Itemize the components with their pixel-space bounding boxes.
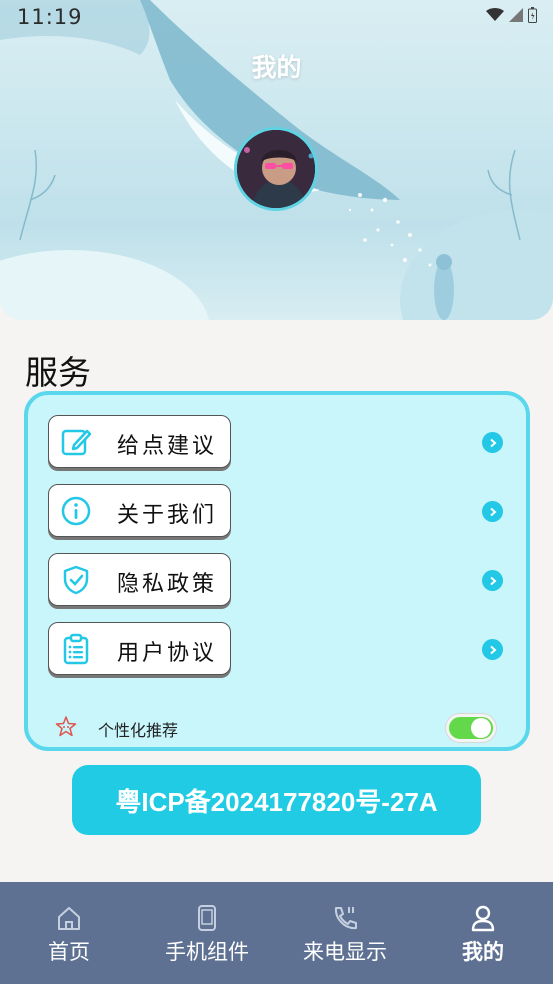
nav-label: 来电显示 xyxy=(303,940,387,964)
home-icon xyxy=(58,907,80,930)
nav-item-caller-display[interactable]: 来电显示 xyxy=(276,882,414,984)
edit-icon xyxy=(61,429,92,456)
chevron-right-icon[interactable] xyxy=(482,432,503,453)
menu-item-suggestion[interactable]: 给点建议 xyxy=(28,415,526,469)
agreement-button[interactable]: 用户协议 xyxy=(48,622,231,675)
menu-item-agreement[interactable]: 用户协议 xyxy=(28,622,526,676)
recommend-toggle[interactable] xyxy=(446,714,496,742)
nav-item-widgets[interactable]: 手机组件 xyxy=(138,882,276,984)
status-time: 11:19 xyxy=(17,5,83,29)
signal-icon xyxy=(509,8,523,22)
personalized-recommend-row: 个性化推荐 xyxy=(28,707,526,747)
star-face-icon xyxy=(55,716,77,737)
wifi-icon xyxy=(486,8,504,21)
chevron-right-icon[interactable] xyxy=(482,570,503,591)
toggle-knob xyxy=(471,718,491,738)
status-icons xyxy=(486,7,537,23)
user-icon xyxy=(471,905,495,932)
bottom-nav: 首页 手机组件 来电显示 我的 xyxy=(0,882,553,984)
phone-call-icon xyxy=(334,907,357,930)
status-bar: 11:19 xyxy=(0,0,553,34)
nav-label: 手机组件 xyxy=(165,940,249,964)
services-card: 给点建议 关于我们 隐私政策 用户协议 个性化推荐 xyxy=(24,391,530,751)
icp-badge[interactable]: 粤ICP备2024177820号-27A xyxy=(72,765,481,835)
menu-item-privacy[interactable]: 隐私政策 xyxy=(28,553,526,607)
shield-check-icon xyxy=(63,565,89,595)
chevron-right-icon[interactable] xyxy=(482,501,503,522)
menu-label: 用户协议 xyxy=(117,641,218,666)
info-icon xyxy=(61,496,91,526)
chevron-right-icon[interactable] xyxy=(482,639,503,660)
suggestion-button[interactable]: 给点建议 xyxy=(48,415,231,468)
recommend-label: 个性化推荐 xyxy=(98,721,179,740)
menu-label: 关于我们 xyxy=(117,503,218,528)
clipboard-list-icon xyxy=(63,633,89,665)
nav-label: 首页 xyxy=(48,940,90,964)
page-title: 我的 xyxy=(251,53,302,82)
about-button[interactable]: 关于我们 xyxy=(48,484,231,537)
menu-item-about[interactable]: 关于我们 xyxy=(28,484,526,538)
nav-item-mine[interactable]: 我的 xyxy=(414,882,552,984)
header-banner: 11:19 我的 xyxy=(0,0,553,320)
battery-icon xyxy=(528,7,537,23)
nav-label: 我的 xyxy=(462,940,504,964)
nav-item-home[interactable]: 首页 xyxy=(0,882,138,984)
menu-label: 给点建议 xyxy=(117,434,218,459)
services-title: 服务 xyxy=(25,353,91,392)
avatar[interactable] xyxy=(234,127,318,211)
privacy-button[interactable]: 隐私政策 xyxy=(48,553,231,606)
menu-label: 隐私政策 xyxy=(117,572,218,597)
phone-icon xyxy=(198,905,216,931)
